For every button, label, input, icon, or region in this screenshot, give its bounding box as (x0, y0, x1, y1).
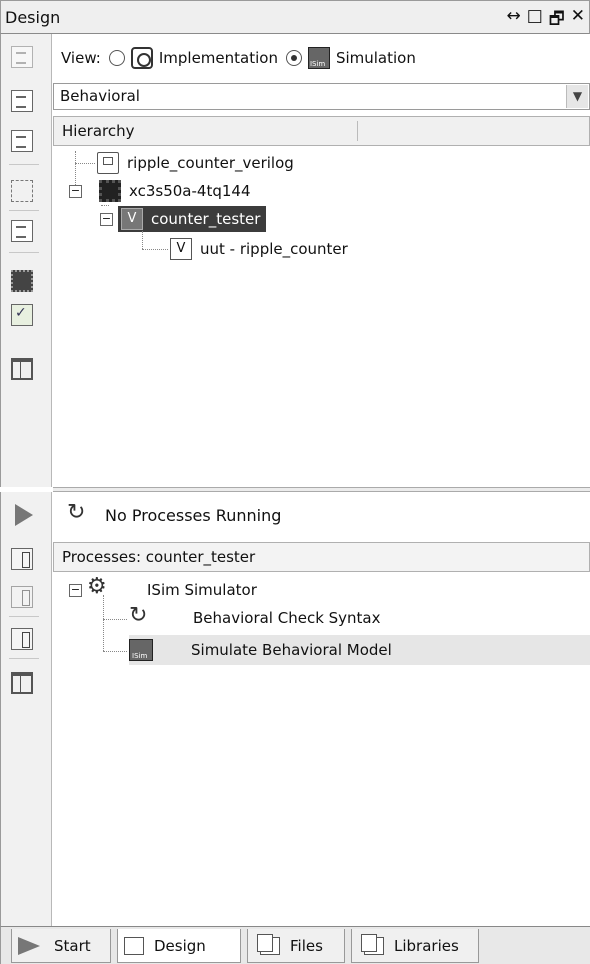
process-status: No Processes Running (53, 497, 281, 533)
panel-controls: ↔ □ 🗗 ✕ (506, 6, 585, 35)
tree-item-project[interactable]: ripple_counter_verilog (97, 149, 294, 177)
tab-label: Files (290, 936, 323, 955)
close-icon[interactable]: ✕ (571, 6, 585, 35)
stop-icon[interactable] (11, 628, 33, 650)
verilog-module-icon: V (121, 208, 143, 230)
hierarchy-view-icon[interactable] (11, 180, 33, 202)
tab-design[interactable]: Design (117, 929, 241, 963)
tree-item-label: ripple_counter_verilog (127, 154, 294, 172)
float-icon[interactable]: ↔ (506, 6, 520, 35)
panel-tabs: Start Design Files Libraries (0, 926, 590, 964)
design-summary-icon[interactable] (11, 270, 33, 292)
tree-item-device[interactable]: − xc3s50a-4tq144 (69, 177, 251, 206)
project-icon (97, 152, 119, 174)
tree-item-counter-tester[interactable]: − V counter_tester (100, 205, 267, 233)
isim-icon (129, 639, 153, 661)
process-label: ISim Simulator (147, 581, 257, 599)
implementation-label[interactable]: Implementation (159, 49, 278, 67)
view-selector: View: Implementation Simulation (53, 44, 416, 72)
panel-layout-icon[interactable] (11, 358, 33, 380)
process-label: Behavioral Check Syntax (193, 609, 381, 627)
device-chip-icon (99, 180, 121, 202)
process-behavioral-check-syntax[interactable]: Behavioral Check Syntax (127, 603, 381, 633)
panel-splitter[interactable] (53, 487, 590, 492)
maximize-icon[interactable]: □ (527, 6, 543, 35)
tree-item-uut[interactable]: V uut - ripple_counter (170, 235, 348, 263)
implementation-radio[interactable] (108, 50, 125, 66)
selected-node[interactable]: V counter_tester (118, 206, 267, 232)
libraries-icon (361, 933, 384, 955)
design-icon (124, 936, 144, 955)
run-icon[interactable] (15, 504, 33, 526)
process-label: Simulate Behavioral Model (191, 641, 392, 659)
isim-icon (307, 47, 330, 69)
tree-item-label: xc3s50a-4tq144 (129, 182, 251, 200)
add-source-icon[interactable] (11, 90, 33, 112)
hierarchy-toolbar (0, 34, 52, 487)
tree-item-label: uut - ripple_counter (200, 240, 348, 258)
process-isim-simulator[interactable]: − ISim Simulator (69, 574, 257, 605)
rerun-icon[interactable] (11, 548, 33, 570)
verilog-module-icon: V (170, 238, 192, 260)
collapse-icon[interactable]: − (69, 583, 82, 597)
simulation-radio[interactable] (285, 50, 302, 66)
design-report-icon[interactable] (11, 304, 33, 326)
tab-label: Design (154, 936, 206, 955)
add-copy-source-icon[interactable] (11, 130, 33, 152)
select-value: Behavioral (60, 87, 140, 105)
hierarchy-tree: ripple_counter_verilog − xc3s50a-4tq144 … (53, 147, 590, 487)
new-source-icon[interactable] (11, 46, 33, 68)
processes-header: Processes: counter_tester (53, 542, 590, 572)
source-properties-icon[interactable] (11, 220, 33, 242)
tab-label: Start (54, 936, 91, 955)
start-icon (18, 936, 40, 955)
files-icon (257, 933, 280, 955)
rerun-all-icon[interactable] (11, 586, 33, 608)
collapse-icon[interactable]: − (100, 212, 113, 226)
panel-layout-icon[interactable] (11, 672, 33, 694)
implementation-icon (130, 47, 153, 69)
processes-toolbar (0, 492, 52, 926)
gear-tools-icon (87, 574, 111, 601)
panel-title: Design (5, 8, 61, 27)
processes-header-label: Processes: counter_tester (62, 548, 256, 566)
behavioral-select[interactable]: Behavioral ▼ (53, 83, 590, 110)
tab-label: Libraries (394, 936, 459, 955)
status-text: No Processes Running (105, 505, 282, 525)
cycle-arrows-icon (67, 500, 91, 526)
view-label: View: (61, 49, 101, 67)
collapse-icon[interactable]: − (69, 184, 82, 198)
process-simulate-behavioral-model[interactable]: Simulate Behavioral Model (129, 635, 590, 665)
restore-icon[interactable]: 🗗 (549, 6, 565, 35)
processes-tree: − ISim Simulator Behavioral Check Syntax… (53, 573, 590, 925)
panel-title-bar: Design ↔ □ 🗗 ✕ (0, 0, 590, 34)
simulation-label[interactable]: Simulation (336, 49, 416, 67)
tree-item-label: counter_tester (151, 210, 261, 228)
hierarchy-header-label: Hierarchy (62, 122, 135, 140)
tab-start[interactable]: Start (11, 929, 111, 963)
tab-files[interactable]: Files (247, 929, 345, 963)
chevron-down-icon[interactable]: ▼ (566, 85, 588, 108)
cycle-arrows-icon (129, 603, 153, 629)
hierarchy-header: Hierarchy (53, 116, 590, 146)
tab-libraries[interactable]: Libraries (351, 929, 479, 963)
